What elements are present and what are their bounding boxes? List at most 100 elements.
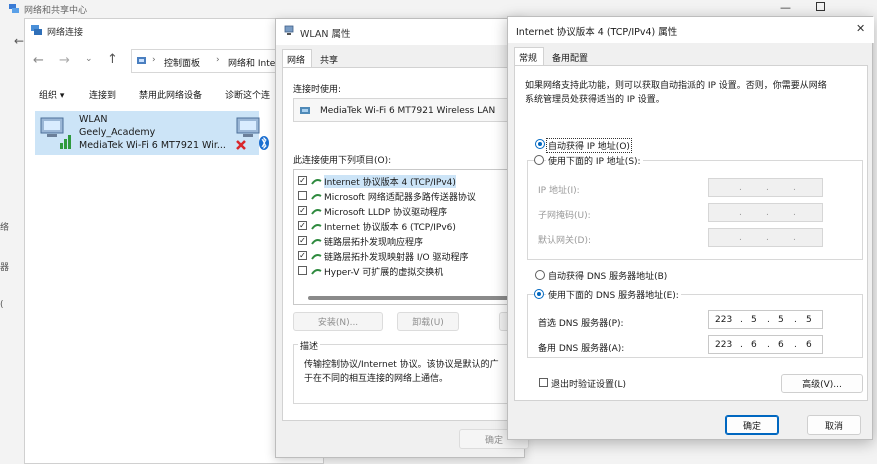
preferred-dns-field[interactable]: 223 . 5 . 5 . 5 [708, 310, 823, 329]
cancel-button[interactable]: 取消 [807, 415, 861, 435]
manual-dns-radio[interactable] [534, 289, 544, 299]
connect-using-label: 连接时使用: [293, 85, 342, 95]
alternate-dns-label: 备用 DNS 服务器(A): [538, 344, 625, 354]
subnet-mask-label: 子网掩码(U): [538, 211, 591, 221]
items-list: ✓ Internet 协议版本 4 (TCP/IPv4) Microsoft 网络适… [293, 169, 523, 305]
manual-dns-label[interactable]: 使用下面的 DNS 服务器地址(E): [546, 288, 681, 301]
validate-checkbox[interactable] [539, 378, 548, 387]
ok-button[interactable]: 确定 [725, 415, 779, 435]
uninstall-button[interactable]: 卸载(U) [397, 312, 459, 331]
adapter-device: MediaTek Wi-Fi 6 MT7921 Wir... [79, 140, 226, 151]
manual-dns-group: 使用下面的 DNS 服务器地址(E): 首选 DNS 服务器(P): 223 .… [527, 288, 863, 358]
close-icon[interactable]: ✕ [856, 22, 865, 35]
adapter-field-value: MediaTek Wi-Fi 6 MT7921 Wireless LAN [320, 106, 496, 116]
component-checkbox[interactable] [298, 191, 307, 200]
adapter-wlan[interactable]: WLAN Geely_Academy MediaTek Wi-Fi 6 MT79… [35, 111, 259, 155]
alternate-dns-octet-2: 6 [751, 339, 757, 350]
preferred-dns-octet-3: 5 [778, 314, 784, 325]
wlan-title-icon [284, 25, 296, 37]
items-label: 此连接使用下列项目(O): [293, 156, 392, 166]
component-item[interactable]: Hyper-V 可扩展的虚拟交换机 [294, 264, 522, 278]
preferred-dns-octet-2: 5 [751, 314, 757, 325]
component-label: Microsoft 网络适配器多路传送器协议 [324, 193, 476, 203]
advanced-button[interactable]: 高级(V)... [781, 374, 863, 393]
bg-left-strip: 络 器 ( [0, 223, 10, 310]
description-text-1: 传输控制协议/Internet 协议。该协议是默认的广 [304, 360, 499, 370]
component-label: Microsoft LLDP 协议驱动程序 [324, 208, 448, 218]
component-item[interactable]: ✓ Internet 协议版本 4 (TCP/IPv4) [294, 174, 522, 188]
auto-dns-label[interactable]: 自动获得 DNS 服务器地址(B) [548, 269, 667, 282]
component-item[interactable]: ✓ Microsoft LLDP 协议驱动程序 [294, 204, 522, 218]
tab-alternate-label: 备用配置 [552, 54, 589, 64]
cmd-connect[interactable]: 连接到 [89, 88, 116, 101]
component-checkbox[interactable]: ✓ [298, 206, 307, 215]
subnet-mask-field[interactable]: ... [708, 203, 823, 222]
component-item[interactable]: ✓ Internet 协议版本 6 (TCP/IPv6) [294, 219, 522, 233]
control-panel-icon [137, 56, 148, 66]
manual-ip-label[interactable]: 使用下面的 IP 地址(S): [546, 154, 643, 167]
ip-address-label: IP 地址(I): [538, 186, 580, 196]
address-sep-2: › [216, 55, 220, 65]
component-checkbox[interactable]: ✓ [298, 236, 307, 245]
items-hscrollbar[interactable] [308, 296, 518, 300]
nav-forward-icon[interactable]: → [59, 53, 70, 68]
component-checkbox[interactable]: ✓ [298, 221, 307, 230]
auto-ip-label[interactable]: 自动获得 IP 地址(O) [546, 138, 632, 153]
auto-ip-radio[interactable] [535, 139, 545, 149]
bg-window-title: 网络和共享中心 [24, 6, 88, 16]
component-label: 链路层拓扑发现响应程序 [324, 238, 424, 248]
wlan-tabs: 网络 共享 [282, 49, 520, 67]
tab-network[interactable]: 网络 [282, 49, 312, 67]
validate-label[interactable]: 退出时验证设置(L) [551, 377, 626, 390]
wlan-properties-dialog: WLAN 属性 网络 共享 连接时使用: MediaTek Wi-Fi 6 MT… [275, 18, 539, 458]
bg-back-icon[interactable]: ← [14, 34, 24, 48]
component-item[interactable]: Microsoft 网络适配器多路传送器协议 [294, 189, 522, 203]
nav-up-icon[interactable]: ↑ [107, 52, 118, 67]
bluetooth-adapter-icon[interactable] [233, 115, 273, 151]
address-crumb-1[interactable]: 控制面板 [164, 56, 200, 69]
cmd-diagnose[interactable]: 诊断这个连 [225, 88, 270, 101]
nic-icon [300, 105, 312, 116]
tab-general[interactable]: 常规 [514, 47, 544, 65]
maximize-icon[interactable] [816, 2, 825, 11]
tab-sharing[interactable]: 共享 [314, 51, 344, 67]
minimize-icon[interactable]: — [780, 1, 791, 14]
network-center-icon [8, 3, 20, 14]
cmd-organize[interactable]: 组织 ▾ [39, 88, 64, 101]
cmd-disable[interactable]: 禁用此网络设备 [139, 88, 202, 101]
description-group: 描述 传输控制协议/Internet 协议。该协议是默认的广 于在不同的相互连接… [293, 339, 523, 404]
wlan-dialog-title: WLAN 属性 [300, 29, 351, 40]
manual-ip-radio[interactable] [534, 155, 544, 165]
adapter-field: MediaTek Wi-Fi 6 MT7921 Wireless LAN [293, 98, 523, 122]
gateway-label: 默认网关(D): [538, 236, 591, 246]
preferred-dns-label: 首选 DNS 服务器(P): [538, 319, 624, 329]
alternate-dns-field[interactable]: 223 . 6 . 6 . 6 [708, 335, 823, 354]
component-checkbox[interactable] [298, 266, 307, 275]
component-checkbox[interactable]: ✓ [298, 251, 307, 260]
description-title: 描述 [298, 339, 321, 352]
gateway-field[interactable]: ... [708, 228, 823, 247]
wlan-adapter-icon [38, 115, 74, 151]
component-item[interactable]: ✓ 链路层拓扑发现响应程序 [294, 234, 522, 248]
alternate-dns-octet-4: 6 [806, 339, 812, 350]
auto-dns-radio[interactable] [535, 270, 545, 280]
alternate-dns-octet-3: 6 [778, 339, 784, 350]
protocol-icon [311, 267, 322, 276]
component-label: Internet 协议版本 4 (TCP/IPv4) [324, 175, 456, 188]
nav-dropdown-icon[interactable]: ⌄ [85, 54, 93, 64]
tab-general-label: 常规 [519, 54, 538, 64]
description-text-2: 于在不同的相互连接的网络上通信。 [304, 374, 449, 384]
ipv4-dialog-title: Internet 协议版本 4 (TCP/IPv4) 属性 [516, 27, 678, 38]
intro-text-2: 系统管理员处获得适当的 IP 设置。 [525, 95, 665, 105]
component-item[interactable]: ✓ 链路层拓扑发现映射器 I/O 驱动程序 [294, 249, 522, 263]
wlan-titlebar: WLAN 属性 [276, 19, 526, 45]
adapter-network: Geely_Academy [79, 127, 156, 138]
nav-back-icon[interactable]: ← [33, 53, 44, 68]
install-button[interactable]: 安装(N)... [293, 312, 383, 331]
component-checkbox[interactable]: ✓ [298, 176, 307, 185]
tab-alternate[interactable]: 备用配置 [548, 49, 596, 65]
alternate-dns-octet-1: 223 [715, 339, 733, 350]
wlan-tab-panel: 连接时使用: MediaTek Wi-Fi 6 MT7921 Wireless … [282, 67, 539, 421]
ip-address-field[interactable]: ... [708, 178, 823, 197]
protocol-icon [311, 237, 322, 246]
